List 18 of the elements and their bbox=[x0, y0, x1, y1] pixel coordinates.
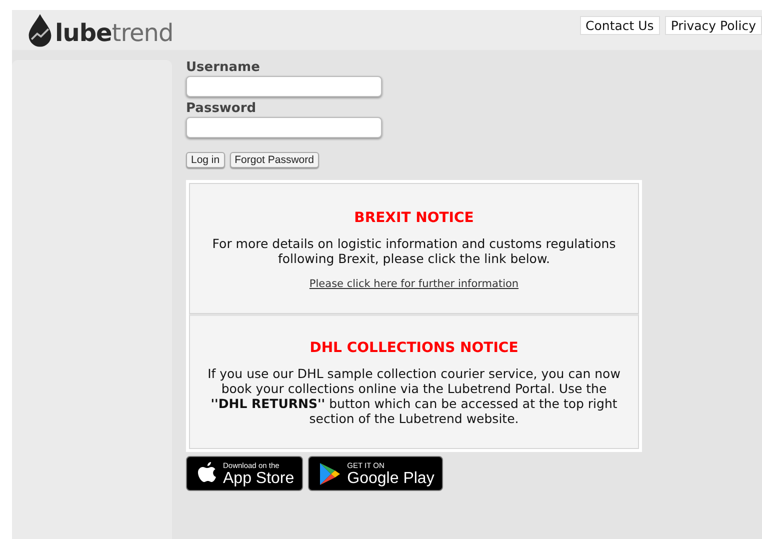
notice-text: For more details on logistic information and customs regulations following Brexit, please click the link below. bbox=[211, 236, 617, 266]
play-triangle-icon bbox=[319, 462, 342, 486]
notice-text: If you use our DHL sample collection courier service, you can now book your collections online via the Lubetrend Portal. Use the ''DHL RETURNS'' button which can be accessed at the top right section of the Lubetrend website. bbox=[206, 366, 622, 426]
oil-drop-logo-icon bbox=[26, 13, 54, 47]
header-link[interactable]: Privacy Policy bbox=[664, 16, 762, 35]
badge-store-name: App Store bbox=[223, 470, 294, 486]
field-label: Password bbox=[186, 101, 258, 116]
password-field[interactable] bbox=[186, 117, 382, 138]
badge-store-name: Google Play bbox=[347, 470, 434, 486]
notice-title: DHL COLLECTIONS NOTICE bbox=[308, 340, 520, 356]
notice-title: BREXIT NOTICE bbox=[353, 210, 475, 226]
info-link[interactable]: Please click here for further information bbox=[309, 278, 519, 290]
field-label: Username bbox=[186, 60, 261, 75]
username-field[interactable] bbox=[186, 76, 382, 97]
header-link[interactable]: Contact Us bbox=[580, 16, 660, 35]
form-button[interactable]: Forgot Password bbox=[230, 152, 319, 168]
logo-wordmark[interactable]: lubetrend bbox=[55, 19, 174, 47]
form-button[interactable]: Log in bbox=[186, 152, 225, 168]
